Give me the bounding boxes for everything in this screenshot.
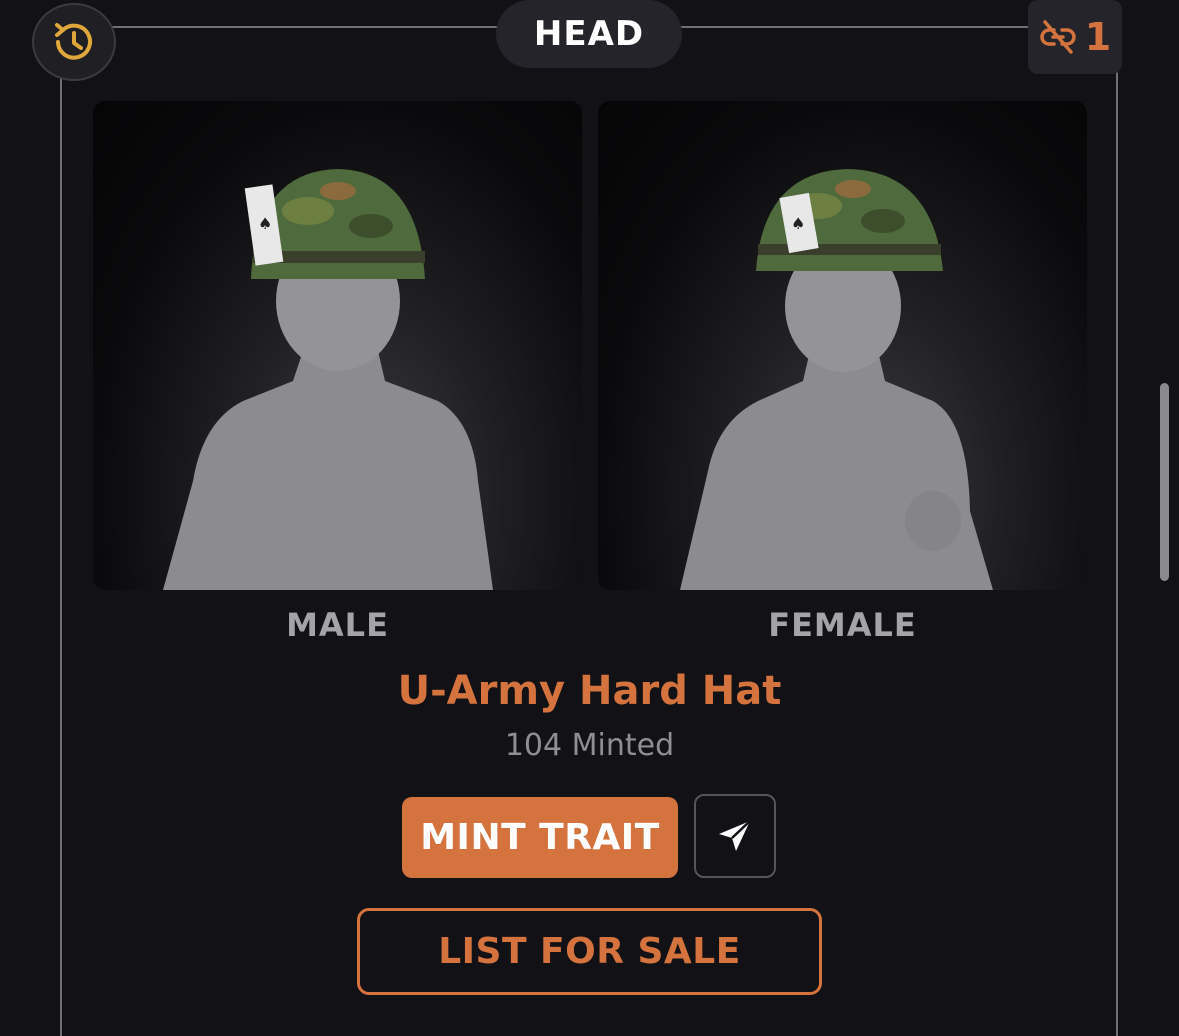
send-paper-plane-icon <box>719 820 751 851</box>
unlinked-count-badge[interactable]: 1 <box>1028 0 1122 74</box>
category-tab-head[interactable]: HEAD <box>496 0 682 68</box>
list-for-sale-button[interactable]: LIST FOR SALE <box>357 908 822 995</box>
svg-text:♠: ♠ <box>258 214 272 233</box>
minted-count: 104 Minted <box>504 728 675 763</box>
history-button[interactable] <box>32 3 116 81</box>
category-tab-label: HEAD <box>533 14 645 54</box>
history-clock-icon <box>55 23 92 60</box>
mint-trait-button[interactable]: MINT TRAIT <box>402 797 678 878</box>
male-preview-image[interactable]: ♠ <box>93 101 582 590</box>
unlinked-count: 1 <box>1084 15 1112 59</box>
svg-text:♠: ♠ <box>791 214 805 233</box>
list-for-sale-label: LIST FOR SALE <box>438 931 741 972</box>
share-button[interactable] <box>694 794 776 878</box>
female-preview-label: FEMALE <box>768 606 917 644</box>
unlink-chain-icon <box>1040 20 1076 54</box>
male-preview-label: MALE <box>286 606 389 644</box>
trait-name: U-Army Hard Hat <box>397 668 782 714</box>
mint-trait-label: MINT TRAIT <box>420 817 660 858</box>
scrollbar-thumb[interactable] <box>1160 383 1169 581</box>
female-preview-image[interactable]: ♠ <box>598 101 1087 590</box>
